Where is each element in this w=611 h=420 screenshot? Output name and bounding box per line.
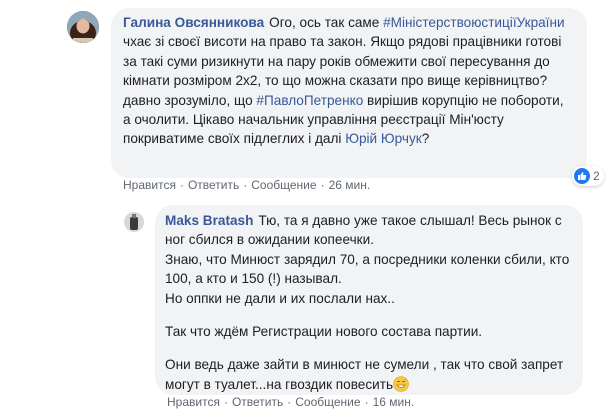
timestamp-link[interactable]: 26 мин. [329, 178, 371, 192]
reaction-count: 2 [593, 169, 600, 183]
thumbs-up-icon [574, 168, 590, 184]
comment-maks: Maks Bratash Тю, та я давно уже такое слы… [0, 200, 611, 420]
avatar-galina[interactable] [67, 11, 99, 43]
hashtag-link[interactable]: #ПавлоПетренко [256, 93, 363, 108]
reaction-badge[interactable]: 2 [572, 166, 604, 186]
hashtag-link[interactable]: #МіністерствоюстиціїУкраїни [383, 15, 564, 30]
avatar-galina-image [67, 11, 99, 43]
avatar-maks[interactable] [124, 212, 144, 232]
message-link[interactable]: Сообщение [295, 395, 360, 409]
comment-paragraph: Они ведь даже зайти в минюст не сумели ,… [165, 355, 571, 397]
separator-dot: · [223, 395, 228, 409]
comment-galina: Галина Овсянникова Ого, ось так саме #Мін… [0, 0, 611, 200]
comment-bubble-maks: Maks Bratash Тю, та я давно уже такое слы… [155, 205, 583, 395]
separator-dot: · [287, 395, 292, 409]
timestamp-link[interactable]: 16 мин. [373, 395, 415, 409]
comment-text-maks: Maks Bratash Тю, та я давно уже такое слы… [155, 205, 583, 397]
comment-author-link[interactable]: Maks Bratash [165, 213, 253, 228]
like-link[interactable]: Нравится [123, 178, 176, 192]
reply-link[interactable]: Ответить [188, 178, 239, 192]
comment-actions-galina: Нравится · Ответить · Сообщение · 26 мин. [123, 178, 370, 192]
comment-text-line: Так что ждём Регистрации нового состава … [165, 324, 483, 340]
comment-actions-maks: Нравится · Ответить · Сообщение · 16 мин. [167, 395, 414, 409]
comment-text-line: Они ведь даже зайти в минюст не сумели ,… [165, 357, 564, 392]
comment-text-line: Знаю, что Минюст зарядил 70, а посредник… [165, 251, 570, 287]
comment-text-line: Но оппки не дали и их послали нах.. [165, 290, 395, 306]
reply-link[interactable]: Ответить [232, 395, 283, 409]
mention-link[interactable]: Юрій Юрчук [345, 131, 422, 146]
separator-dot: · [179, 178, 184, 192]
separator-dot: · [243, 178, 248, 192]
comment-text-segment: ? [421, 131, 430, 147]
message-link[interactable]: Сообщение [251, 178, 316, 192]
comment-bubble-galina: Галина Овсянникова Ого, ось так саме #Мін… [111, 8, 587, 178]
comment-text-segment: Ого, ось так саме [269, 15, 384, 30]
like-link[interactable]: Нравится [167, 395, 220, 409]
comment-paragraph: Так что ждём Регистрации нового состава … [165, 322, 571, 341]
comment-paragraph: Maks Bratash Тю, та я давно уже такое слы… [165, 211, 571, 308]
comment-author-link[interactable]: Галина Овсянникова [123, 15, 264, 30]
avatar-maks-image [124, 212, 144, 232]
separator-dot: · [320, 178, 325, 192]
comment-text-galina: Галина Овсянникова Ого, ось так саме #Мін… [111, 8, 587, 149]
separator-dot: · [364, 395, 369, 409]
